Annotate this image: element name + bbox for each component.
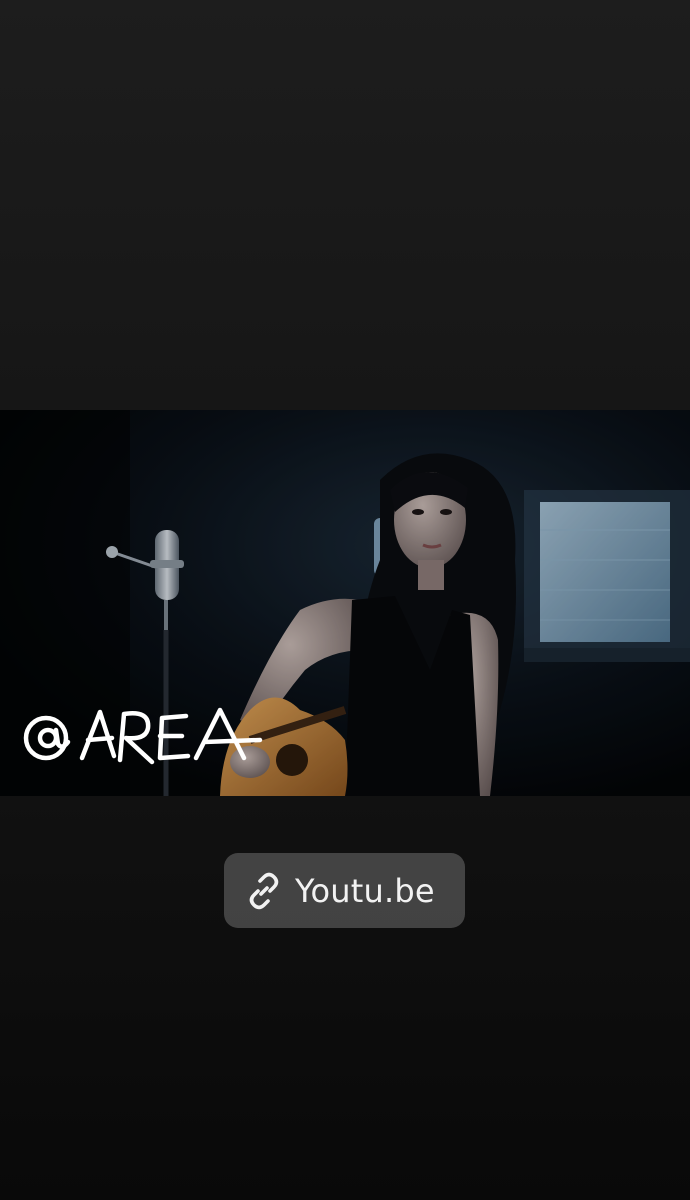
link-sticker[interactable]: Youtu.be — [224, 853, 465, 928]
thumbnail-scene — [0, 410, 690, 796]
link-sticker-label: Youtu.be — [295, 871, 435, 910]
story-media-thumbnail[interactable] — [0, 410, 690, 796]
link-icon — [244, 871, 284, 911]
story-background-top — [0, 0, 690, 410]
